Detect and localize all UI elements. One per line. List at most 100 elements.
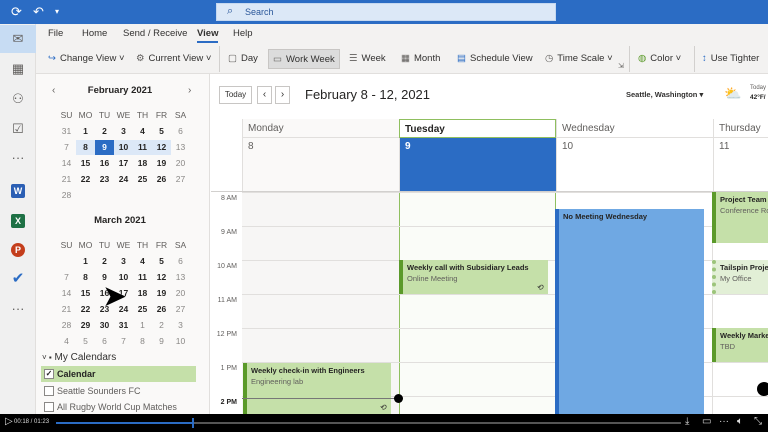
mini-calendar-day[interactable]: 18: [133, 286, 152, 301]
mini-calendar-day[interactable]: 19: [152, 286, 171, 301]
tab-file[interactable]: File: [48, 28, 63, 39]
schedule-view-button[interactable]: ▤ Schedule View: [453, 49, 537, 69]
mini-calendar-day[interactable]: 21: [57, 172, 76, 187]
date-cell-thursday[interactable]: 11: [713, 138, 768, 191]
current-view-button[interactable]: ⚙ Current View ˅: [132, 49, 215, 69]
mini-calendar-day[interactable]: 24: [114, 172, 133, 187]
mail-icon[interactable]: ✉: [0, 25, 36, 53]
mini-calendar-day[interactable]: 16: [95, 156, 114, 171]
todo-icon[interactable]: ✔: [0, 265, 36, 293]
mini-calendar-day[interactable]: 29: [76, 318, 95, 333]
my-calendars-group[interactable]: ˅ ▪ My Calendars: [42, 352, 116, 363]
mini-calendar-day[interactable]: 26: [152, 172, 171, 187]
tab-send-receive[interactable]: Send / Receive: [123, 28, 187, 39]
mini-calendar-day[interactable]: 2: [95, 124, 114, 139]
mini-calendar-day[interactable]: 23: [95, 172, 114, 187]
video-seek-bar[interactable]: [56, 422, 681, 424]
mini-calendar-day[interactable]: 2: [152, 318, 171, 333]
tab-help[interactable]: Help: [233, 28, 253, 39]
mini-calendar-day[interactable]: 14: [57, 156, 76, 171]
volume-icon[interactable]: 🔈︎: [737, 416, 743, 427]
checkbox-checked[interactable]: ✓: [44, 369, 54, 379]
mini-calendar-day[interactable]: 28: [57, 318, 76, 333]
mini-calendar-day[interactable]: 21: [57, 302, 76, 317]
today-button[interactable]: Today: [219, 86, 252, 104]
mini-calendar-day[interactable]: 7: [114, 334, 133, 349]
week-view-button[interactable]: ☰ Week: [345, 49, 390, 69]
work-week-view-button[interactable]: ▭ Work Week: [268, 49, 340, 69]
powerpoint-icon[interactable]: P: [0, 235, 36, 263]
previous-week-button[interactable]: ‹: [257, 86, 272, 104]
day-view-button[interactable]: ▢ Day: [224, 49, 262, 69]
event-weekly-check-in[interactable]: Weekly check-in with Engineers Engineerin…: [243, 363, 391, 414]
quick-access-dropdown-icon[interactable]: ▾: [55, 7, 59, 16]
mini-calendar-day[interactable]: 5: [152, 254, 171, 269]
mini-calendar-day[interactable]: 22: [76, 302, 95, 317]
mini-calendar-day[interactable]: 26: [152, 302, 171, 317]
mini-calendar-day[interactable]: 6: [171, 124, 190, 139]
mini-calendar-day[interactable]: 3: [171, 318, 190, 333]
mini-calendar-day[interactable]: 1: [76, 254, 95, 269]
undo-icon[interactable]: ↶: [33, 4, 44, 20]
mini-calendar-day[interactable]: 6: [171, 254, 190, 269]
mini-calendar-day[interactable]: 12: [152, 270, 171, 285]
mini-calendar-day[interactable]: 8: [133, 334, 152, 349]
mini-calendar-day[interactable]: 5: [76, 334, 95, 349]
mini-calendar-day[interactable]: 1: [76, 124, 95, 139]
mini-calendar-day[interactable]: 18: [133, 156, 152, 171]
mini-calendar-day[interactable]: 4: [133, 124, 152, 139]
mini-calendar-day[interactable]: 27: [171, 172, 190, 187]
mini-calendar-day[interactable]: 25: [133, 302, 152, 317]
mini-calendar-day[interactable]: 11: [133, 270, 152, 285]
mini-calendar-day[interactable]: 11: [133, 140, 152, 155]
exit-fullscreen-icon[interactable]: ⤡: [754, 416, 762, 427]
mini-calendar-day[interactable]: 17: [114, 156, 133, 171]
mini-calendar-day[interactable]: 25: [133, 172, 152, 187]
calendar-icon[interactable]: ▦: [0, 55, 36, 83]
mini-calendar-day[interactable]: 31: [114, 318, 133, 333]
mini-calendar-day[interactable]: 5: [152, 124, 171, 139]
captions-icon[interactable]: ▭: [702, 416, 711, 427]
tasks-icon[interactable]: ☑: [0, 115, 36, 143]
event-weekly-marketing[interactable]: Weekly Marke TBD: [712, 328, 768, 362]
column-header-tuesday[interactable]: Tuesday: [399, 119, 556, 138]
event-tailspin-project[interactable]: Tailspin Projec My Office: [712, 260, 768, 294]
event-no-meeting-wednesday[interactable]: No Meeting Wednesday: [555, 209, 704, 414]
mini-calendar-day[interactable]: 22: [76, 172, 95, 187]
video-seek-handle[interactable]: [191, 418, 194, 428]
column-header-thursday[interactable]: Thursday: [713, 119, 768, 138]
mini-calendar-day[interactable]: 20: [171, 156, 190, 171]
scroll-button[interactable]: [757, 382, 768, 396]
dialog-launcher-icon[interactable]: ⇲: [618, 62, 624, 70]
mini-calendar-day[interactable]: 10: [114, 140, 133, 155]
mini-calendar-day[interactable]: 20: [171, 286, 190, 301]
month-view-button[interactable]: ▦ Month: [397, 49, 444, 69]
change-view-button[interactable]: ↪ Change View ˅: [44, 49, 129, 69]
color-button[interactable]: ◍ Color ˅: [634, 49, 685, 69]
calendar-item-calendar[interactable]: ✓ Calendar: [41, 366, 196, 382]
mini-calendar-day[interactable]: 7: [57, 140, 76, 155]
mini-calendar-day[interactable]: 12: [152, 140, 171, 155]
next-month-icon[interactable]: ›: [188, 85, 191, 96]
mini-calendar-day[interactable]: 13: [171, 270, 190, 285]
calendar-item-rugby[interactable]: All Rugby World Cup Matches: [41, 399, 196, 415]
mini-calendar-day[interactable]: 10: [171, 334, 190, 349]
mini-calendar-day[interactable]: 7: [57, 270, 76, 285]
column-header-wednesday[interactable]: Wednesday: [556, 119, 713, 138]
sync-icon[interactable]: ⟳: [11, 4, 22, 20]
next-week-button[interactable]: ›: [275, 86, 290, 104]
mini-calendar-day[interactable]: 27: [171, 302, 190, 317]
tab-home[interactable]: Home: [82, 28, 107, 39]
mini-calendar-day[interactable]: 15: [76, 286, 95, 301]
word-icon[interactable]: W: [0, 176, 36, 204]
mini-calendar-day[interactable]: 4: [133, 254, 152, 269]
download-icon[interactable]: ⤓: [685, 416, 689, 427]
mini-calendar-day[interactable]: 3: [114, 254, 133, 269]
use-tighter-spacing-button[interactable]: ↕ Use Tighter: [698, 49, 763, 69]
mini-calendar-day[interactable]: 6: [95, 334, 114, 349]
time-scale-button[interactable]: ◷ Time Scale ˅: [541, 49, 617, 69]
tab-view[interactable]: View: [197, 28, 219, 43]
excel-icon[interactable]: X: [0, 206, 36, 234]
mini-calendar-day[interactable]: 30: [95, 318, 114, 333]
column-header-monday[interactable]: Monday: [242, 119, 399, 138]
